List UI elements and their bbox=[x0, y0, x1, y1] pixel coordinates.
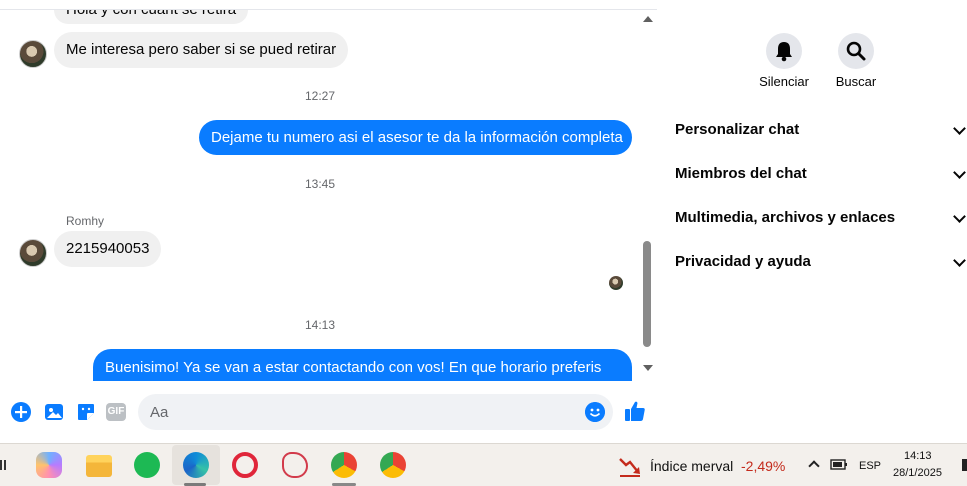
scrollbar[interactable] bbox=[640, 10, 657, 381]
timestamp: 12:27 bbox=[304, 89, 336, 103]
clock-date[interactable]: 28/1/2025 bbox=[893, 467, 942, 479]
plus-icon[interactable] bbox=[10, 401, 32, 423]
sender-name: Romhy bbox=[66, 214, 105, 228]
search-label: Buscar bbox=[835, 74, 877, 89]
message-incoming[interactable]: 2215940053 bbox=[54, 231, 162, 267]
snipping-tool-icon[interactable] bbox=[282, 452, 308, 478]
notification-edge-icon[interactable] bbox=[962, 459, 967, 471]
language-indicator[interactable]: ESP bbox=[859, 460, 881, 472]
message-text: Me interesa pero saber si se pued retira… bbox=[66, 41, 337, 58]
clock-time[interactable]: 14:13 bbox=[904, 450, 932, 462]
message-outgoing[interactable]: Buenisimo! Ya se van a estar contactando… bbox=[93, 349, 632, 381]
gif-icon[interactable]: GIF bbox=[106, 403, 126, 421]
mute-button[interactable] bbox=[766, 33, 802, 69]
message-input[interactable]: Aa bbox=[138, 394, 613, 430]
battery-icon[interactable] bbox=[830, 458, 848, 472]
section-chat-members[interactable]: Miembros del chat bbox=[675, 165, 807, 182]
avatar[interactable] bbox=[19, 40, 47, 68]
message-text: 2215940053 bbox=[66, 240, 150, 257]
message-outgoing[interactable]: Dejame tu numero asi el asesor te da la … bbox=[199, 120, 632, 155]
opera-icon[interactable] bbox=[232, 452, 258, 478]
spotify-icon[interactable] bbox=[134, 452, 160, 478]
message-list[interactable]: Hola y con cuant se retira Me interesa p… bbox=[0, 0, 640, 381]
section-customize-chat[interactable]: Personalizar chat bbox=[675, 121, 799, 138]
chevron-down-icon[interactable] bbox=[953, 166, 966, 179]
scroll-down-arrow-icon[interactable] bbox=[643, 365, 653, 371]
taskbar: Índice merval -2,49% ESP 14:13 28/1/2025 bbox=[0, 443, 967, 486]
chat-panel: Hola y con cuant se retira Me interesa p… bbox=[0, 0, 657, 443]
copilot-icon[interactable] bbox=[36, 452, 62, 478]
app-window: Hola y con cuant se retira Me interesa p… bbox=[0, 0, 967, 486]
seen-indicator-avatar bbox=[609, 276, 623, 290]
mute-label: Silenciar bbox=[759, 74, 809, 89]
timestamp: 13:45 bbox=[304, 177, 336, 191]
message-input-placeholder: Aa bbox=[150, 404, 169, 421]
section-privacy-help[interactable]: Privacidad y ayuda bbox=[675, 253, 811, 270]
scroll-thumb[interactable] bbox=[643, 241, 651, 347]
search-icon bbox=[846, 41, 866, 61]
message-text: Buenisimo! Ya se van a estar contactando… bbox=[105, 359, 602, 376]
file-explorer-icon[interactable] bbox=[86, 455, 112, 477]
chevron-down-icon[interactable] bbox=[953, 210, 966, 223]
chevron-down-icon[interactable] bbox=[953, 122, 966, 135]
avatar[interactable] bbox=[19, 239, 47, 267]
sticker-icon[interactable] bbox=[75, 401, 97, 423]
chevron-up-icon[interactable] bbox=[808, 460, 820, 472]
message-text: Dejame tu numero asi el asesor te da la … bbox=[211, 129, 623, 146]
widget-value: -2,49% bbox=[741, 458, 786, 474]
chevron-down-icon[interactable] bbox=[953, 254, 966, 267]
edge-icon[interactable] bbox=[183, 452, 209, 478]
composer: GIF Aa bbox=[0, 381, 657, 443]
chat-info-panel: Silenciar Buscar Personalizar chat Miemb… bbox=[658, 0, 967, 443]
widget-label[interactable]: Índice merval bbox=[650, 458, 733, 474]
image-icon[interactable] bbox=[43, 401, 65, 423]
scroll-up-arrow-icon[interactable] bbox=[643, 16, 653, 22]
chat-header-edge bbox=[0, 0, 657, 10]
bell-icon bbox=[776, 42, 792, 62]
emoji-icon[interactable] bbox=[585, 402, 605, 422]
timestamp: 14:13 bbox=[304, 318, 336, 332]
chrome-profile-icon[interactable] bbox=[331, 452, 357, 478]
like-icon[interactable] bbox=[623, 399, 647, 423]
stock-down-icon[interactable] bbox=[618, 456, 642, 478]
chrome-icon[interactable] bbox=[380, 452, 406, 478]
search-button[interactable] bbox=[838, 33, 874, 69]
start-edge-icon[interactable] bbox=[0, 460, 6, 470]
section-media-files-links[interactable]: Multimedia, archivos y enlaces bbox=[675, 209, 895, 226]
message-incoming[interactable]: Me interesa pero saber si se pued retira… bbox=[54, 32, 349, 68]
